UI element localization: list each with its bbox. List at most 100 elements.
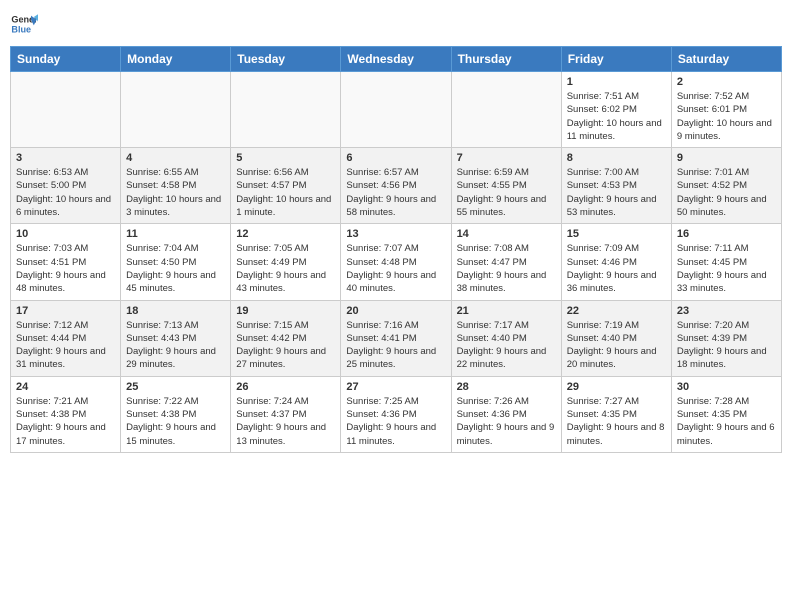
calendar-week-row: 24 Sunrise: 7:21 AM Sunset: 4:38 PM Dayli… [11,376,782,452]
calendar-table: SundayMondayTuesdayWednesdayThursdayFrid… [10,46,782,453]
logo: General Blue [10,10,42,38]
day-number: 6 [346,152,445,164]
day-info: Sunrise: 7:20 AM Sunset: 4:39 PM Dayligh… [677,319,776,372]
calendar-cell [11,72,121,148]
calendar-header-friday: Friday [561,47,671,72]
day-info: Sunrise: 7:52 AM Sunset: 6:01 PM Dayligh… [677,90,776,143]
day-number: 2 [677,76,776,88]
day-info: Sunrise: 7:01 AM Sunset: 4:52 PM Dayligh… [677,166,776,219]
day-info: Sunrise: 7:28 AM Sunset: 4:35 PM Dayligh… [677,395,776,448]
day-info: Sunrise: 7:24 AM Sunset: 4:37 PM Dayligh… [236,395,335,448]
calendar-cell: 5 Sunrise: 6:56 AM Sunset: 4:57 PM Daylig… [231,148,341,224]
day-info: Sunrise: 7:04 AM Sunset: 4:50 PM Dayligh… [126,242,225,295]
day-number: 5 [236,152,335,164]
day-info: Sunrise: 7:09 AM Sunset: 4:46 PM Dayligh… [567,242,666,295]
calendar-cell [231,72,341,148]
calendar-week-row: 17 Sunrise: 7:12 AM Sunset: 4:44 PM Dayli… [11,300,782,376]
calendar-cell: 6 Sunrise: 6:57 AM Sunset: 4:56 PM Daylig… [341,148,451,224]
day-number: 30 [677,381,776,393]
day-number: 1 [567,76,666,88]
calendar-header-monday: Monday [121,47,231,72]
day-info: Sunrise: 7:03 AM Sunset: 4:51 PM Dayligh… [16,242,115,295]
calendar-cell [451,72,561,148]
calendar-cell: 29 Sunrise: 7:27 AM Sunset: 4:35 PM Dayli… [561,376,671,452]
calendar-header-thursday: Thursday [451,47,561,72]
calendar-cell: 14Sunrise: 7:08 AM Sunset: 4:47 PM Dayli… [451,224,561,300]
day-number: 10 [16,228,115,240]
day-number: 17 [16,305,115,317]
calendar-cell: 17 Sunrise: 7:12 AM Sunset: 4:44 PM Dayli… [11,300,121,376]
calendar-week-row: 1 Sunrise: 7:51 AM Sunset: 6:02 PM Daylig… [11,72,782,148]
calendar-header-wednesday: Wednesday [341,47,451,72]
calendar-cell: 8 Sunrise: 7:00 AM Sunset: 4:53 PM Daylig… [561,148,671,224]
day-number: 12 [236,228,335,240]
calendar-cell: 18 Sunrise: 7:13 AM Sunset: 4:43 PM Dayli… [121,300,231,376]
day-info: Sunrise: 6:53 AM Sunset: 5:00 PM Dayligh… [16,166,115,219]
calendar-cell: 26Sunrise: 7:24 AM Sunset: 4:37 PM Dayli… [231,376,341,452]
day-number: 9 [677,152,776,164]
day-info: Sunrise: 7:05 AM Sunset: 4:49 PM Dayligh… [236,242,335,295]
calendar-cell: 2 Sunrise: 7:52 AM Sunset: 6:01 PM Daylig… [671,72,781,148]
calendar-cell: 24 Sunrise: 7:21 AM Sunset: 4:38 PM Dayli… [11,376,121,452]
calendar-cell: 13Sunrise: 7:07 AM Sunset: 4:48 PM Dayli… [341,224,451,300]
calendar-header-sunday: Sunday [11,47,121,72]
day-info: Sunrise: 7:08 AM Sunset: 4:47 PM Dayligh… [457,242,556,295]
calendar-header-row: SundayMondayTuesdayWednesdayThursdayFrid… [11,47,782,72]
day-info: Sunrise: 7:25 AM Sunset: 4:36 PM Dayligh… [346,395,445,448]
calendar-header-tuesday: Tuesday [231,47,341,72]
day-info: Sunrise: 7:15 AM Sunset: 4:42 PM Dayligh… [236,319,335,372]
calendar-cell: 19 Sunrise: 7:15 AM Sunset: 4:42 PM Dayli… [231,300,341,376]
day-number: 7 [457,152,556,164]
calendar-cell: 27Sunrise: 7:25 AM Sunset: 4:36 PM Dayli… [341,376,451,452]
calendar-cell: 9 Sunrise: 7:01 AM Sunset: 4:52 PM Daylig… [671,148,781,224]
day-number: 22 [567,305,666,317]
calendar-cell: 30 Sunrise: 7:28 AM Sunset: 4:35 PM Dayli… [671,376,781,452]
day-number: 15 [567,228,666,240]
calendar-header-saturday: Saturday [671,47,781,72]
svg-text:Blue: Blue [11,24,31,34]
page-header: General Blue [10,10,782,38]
day-info: Sunrise: 7:19 AM Sunset: 4:40 PM Dayligh… [567,319,666,372]
day-info: Sunrise: 7:22 AM Sunset: 4:38 PM Dayligh… [126,395,225,448]
calendar-cell: 1 Sunrise: 7:51 AM Sunset: 6:02 PM Daylig… [561,72,671,148]
day-number: 18 [126,305,225,317]
calendar-cell [121,72,231,148]
calendar-cell: 22 Sunrise: 7:19 AM Sunset: 4:40 PM Dayli… [561,300,671,376]
day-info: Sunrise: 7:11 AM Sunset: 4:45 PM Dayligh… [677,242,776,295]
calendar-cell: 11 Sunrise: 7:04 AM Sunset: 4:50 PM Dayli… [121,224,231,300]
day-info: Sunrise: 7:16 AM Sunset: 4:41 PM Dayligh… [346,319,445,372]
calendar-cell: 10 Sunrise: 7:03 AM Sunset: 4:51 PM Dayli… [11,224,121,300]
day-number: 16 [677,228,776,240]
day-number: 19 [236,305,335,317]
calendar-cell: 23Sunrise: 7:20 AM Sunset: 4:39 PM Dayli… [671,300,781,376]
day-number: 21 [457,305,556,317]
day-info: Sunrise: 6:57 AM Sunset: 4:56 PM Dayligh… [346,166,445,219]
day-number: 8 [567,152,666,164]
day-info: Sunrise: 7:17 AM Sunset: 4:40 PM Dayligh… [457,319,556,372]
calendar-cell: 16 Sunrise: 7:11 AM Sunset: 4:45 PM Dayli… [671,224,781,300]
day-info: Sunrise: 7:07 AM Sunset: 4:48 PM Dayligh… [346,242,445,295]
calendar-cell [341,72,451,148]
day-number: 11 [126,228,225,240]
calendar-week-row: 10 Sunrise: 7:03 AM Sunset: 4:51 PM Dayli… [11,224,782,300]
day-info: Sunrise: 7:12 AM Sunset: 4:44 PM Dayligh… [16,319,115,372]
calendar-cell: 21 Sunrise: 7:17 AM Sunset: 4:40 PM Dayli… [451,300,561,376]
day-info: Sunrise: 6:59 AM Sunset: 4:55 PM Dayligh… [457,166,556,219]
day-number: 29 [567,381,666,393]
day-number: 25 [126,381,225,393]
calendar-cell: 25 Sunrise: 7:22 AM Sunset: 4:38 PM Dayli… [121,376,231,452]
calendar-cell: 20 Sunrise: 7:16 AM Sunset: 4:41 PM Dayli… [341,300,451,376]
calendar-cell: 28Sunrise: 7:26 AM Sunset: 4:36 PM Dayli… [451,376,561,452]
day-info: Sunrise: 7:51 AM Sunset: 6:02 PM Dayligh… [567,90,666,143]
day-info: Sunrise: 7:13 AM Sunset: 4:43 PM Dayligh… [126,319,225,372]
day-info: Sunrise: 6:56 AM Sunset: 4:57 PM Dayligh… [236,166,335,219]
day-number: 3 [16,152,115,164]
day-info: Sunrise: 7:00 AM Sunset: 4:53 PM Dayligh… [567,166,666,219]
day-info: Sunrise: 7:27 AM Sunset: 4:35 PM Dayligh… [567,395,666,448]
day-info: Sunrise: 7:26 AM Sunset: 4:36 PM Dayligh… [457,395,556,448]
day-number: 20 [346,305,445,317]
calendar-cell: 3 Sunrise: 6:53 AM Sunset: 5:00 PM Daylig… [11,148,121,224]
day-info: Sunrise: 7:21 AM Sunset: 4:38 PM Dayligh… [16,395,115,448]
day-number: 24 [16,381,115,393]
calendar-cell: 15 Sunrise: 7:09 AM Sunset: 4:46 PM Dayli… [561,224,671,300]
